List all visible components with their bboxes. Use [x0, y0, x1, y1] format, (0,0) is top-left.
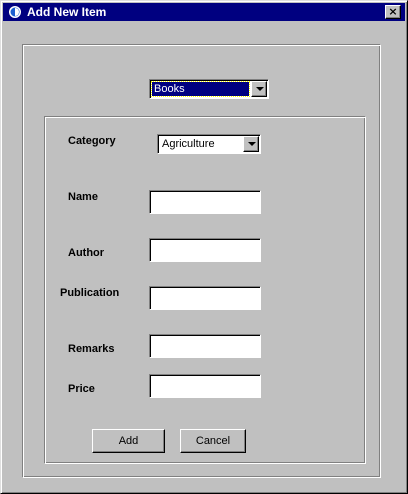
publication-field[interactable] [149, 286, 261, 310]
name-label: Name [68, 191, 98, 203]
item-type-selected-value: Books [151, 81, 250, 97]
price-label: Price [68, 383, 95, 395]
publication-label: Publication [60, 287, 120, 299]
chevron-down-icon[interactable] [251, 81, 267, 97]
add-button[interactable]: Add [92, 429, 165, 453]
remarks-label: Remarks [68, 343, 115, 355]
close-icon: × [388, 5, 398, 18]
category-selected-value: Agriculture [162, 138, 215, 150]
category-select[interactable]: Agriculture [157, 134, 261, 154]
window-title: Add New Item [27, 5, 107, 19]
chevron-down-icon[interactable] [243, 136, 259, 152]
name-field[interactable] [149, 190, 261, 214]
title-bar[interactable]: Add New Item × [3, 3, 405, 21]
category-label: Category [68, 135, 116, 147]
cancel-button[interactable]: Cancel [180, 429, 246, 453]
add-new-item-dialog: Add New Item × Books Category Agricultur… [0, 0, 408, 494]
price-field[interactable] [149, 374, 261, 398]
remarks-field[interactable] [149, 334, 261, 358]
item-type-select[interactable]: Books [149, 79, 269, 99]
author-field[interactable] [149, 238, 261, 262]
app-icon [9, 6, 21, 18]
author-label: Author [68, 247, 105, 259]
close-button[interactable]: × [385, 5, 401, 19]
